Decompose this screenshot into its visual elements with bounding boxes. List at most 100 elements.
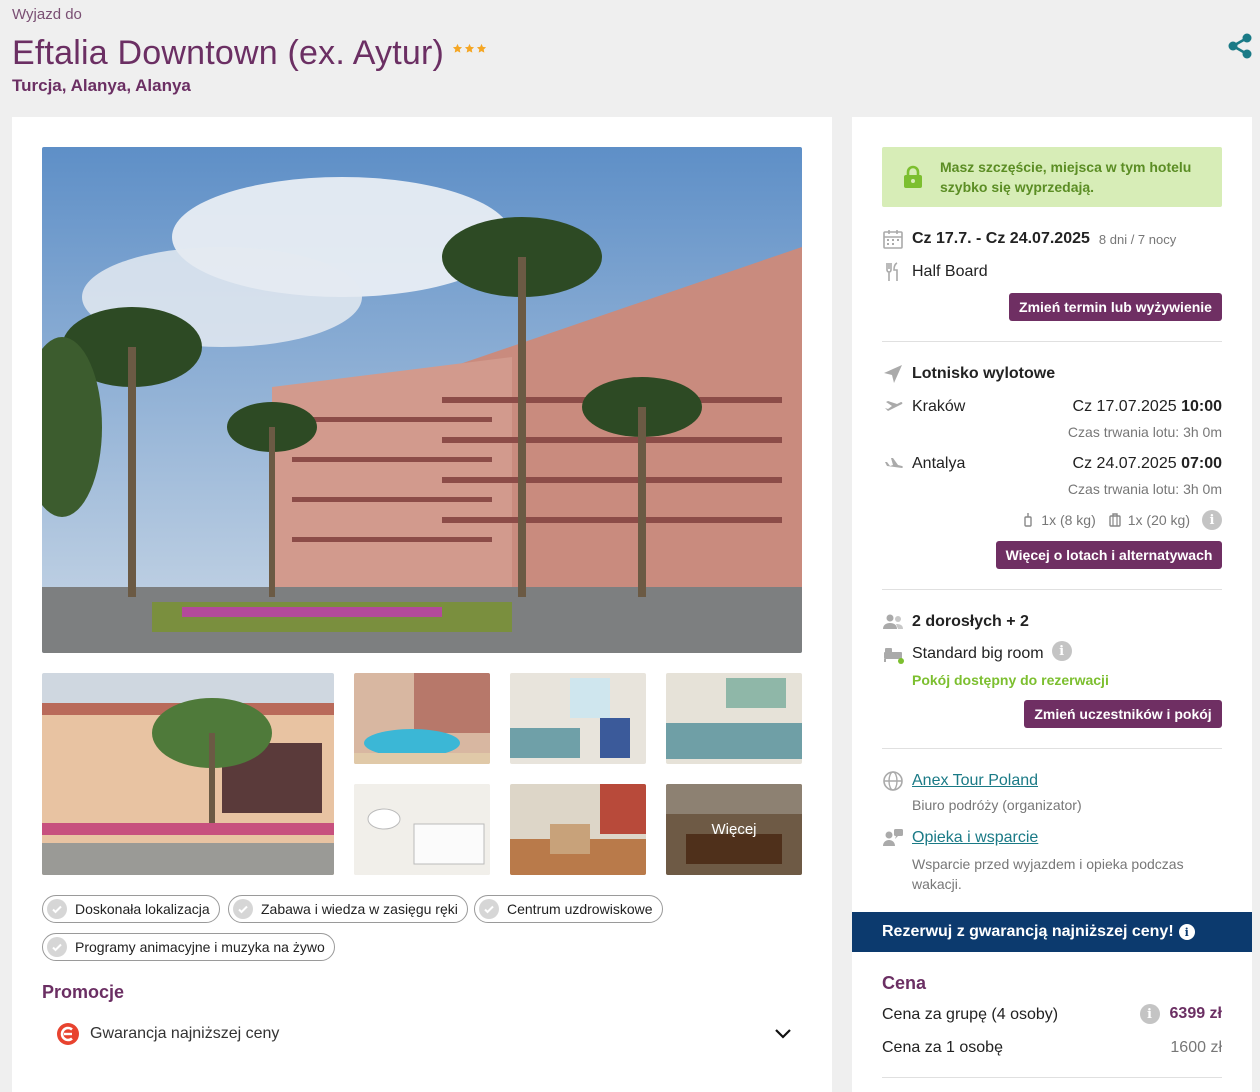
organizer-description: Biuro podróży (organizator)	[912, 797, 1082, 813]
info-icon[interactable]: i	[1139, 1004, 1160, 1024]
promotions-title: Promocje	[42, 982, 125, 1002]
more-flights-button[interactable]: Więcej o lotach i alternatywach	[996, 541, 1222, 569]
star-icon	[452, 43, 463, 53]
bed-icon	[882, 643, 904, 665]
check-icon	[47, 899, 67, 919]
divider	[882, 589, 1222, 590]
board-type: Half Board	[912, 263, 988, 280]
hand-luggage: 1x (8 kg)	[1041, 512, 1096, 528]
plane-takeoff-icon	[882, 396, 904, 418]
group-price: i 6399 zł	[1139, 1004, 1222, 1024]
lowest-price-guarantee-icon	[57, 1023, 79, 1045]
star-icon	[476, 43, 487, 53]
feature-label: Zabawa i wiedza w zasięgu ręki	[261, 901, 458, 917]
feature-label: Programy animacyjne i muzyka na żywo	[75, 939, 325, 955]
departure-airport-label: Lotnisko wylotowe	[912, 365, 1056, 382]
check-icon	[479, 899, 499, 919]
lock-icon	[904, 165, 922, 188]
info-icon[interactable]: i	[1178, 924, 1195, 940]
feature-chip: Zabawa i wiedza w zasięgu ręki	[228, 895, 468, 923]
inbound-time: 07:00	[1181, 455, 1222, 472]
gallery-more-thumb[interactable]: Więcej	[666, 784, 802, 875]
room-status: Pokój dostępny do rezerwacji	[912, 672, 1109, 688]
change-date-button[interactable]: Zmień termin lub wyżywienie	[1009, 293, 1222, 321]
gallery-thumb[interactable]	[42, 673, 334, 875]
person-price-label: Cena za 1 osobę	[882, 1039, 1003, 1056]
feature-chip: Centrum uzdrowiskowe	[474, 895, 663, 923]
checked-luggage: 1x (20 kg)	[1127, 512, 1190, 528]
gallery-thumb[interactable]	[510, 673, 646, 764]
travel-dates-row: Cz 17.7. - Cz 24.07.2025 8 dni / 7 nocy	[882, 228, 1222, 250]
support-link[interactable]: Opieka i wsparcie	[912, 829, 1038, 847]
main-hotel-photo[interactable]	[42, 147, 802, 653]
gallery-more-label: Więcej	[666, 784, 802, 875]
outbound-date: Cz 17.07.2025	[1072, 398, 1177, 415]
gallery-thumb[interactable]	[666, 673, 802, 764]
chevron-down-icon[interactable]	[774, 1025, 792, 1043]
travel-dates: Cz 17.7. - Cz 24.07.2025	[912, 230, 1090, 247]
outbound-time: 10:00	[1181, 398, 1222, 415]
board-row: Half Board	[882, 261, 1222, 283]
luggage-info: 1x (8 kg) 1x (20 kg) i	[1022, 510, 1222, 530]
hand-luggage-icon	[1024, 513, 1032, 527]
globe-icon	[882, 770, 904, 792]
inbound-city: Antalya	[912, 455, 966, 472]
outbound-duration: Czas trwania lotu: 3h 0m	[1067, 424, 1222, 440]
inbound-datetime: Cz 24.07.2025 07:00	[1073, 455, 1222, 473]
divider	[882, 748, 1222, 749]
booking-summary-card: Masz szczęście, miejsca w tym hotelu szy…	[852, 117, 1252, 1092]
check-icon	[233, 899, 253, 919]
best-price-banner: Rezerwuj z gwarancją najniższej ceny! i	[852, 912, 1252, 952]
outbound-datetime: Cz 17.07.2025 10:00	[1073, 398, 1222, 416]
participants-row: 2 dorosłych + 2	[882, 611, 1222, 633]
page-kicker: Wyjazd do	[12, 6, 82, 23]
plane-landing-icon	[882, 453, 904, 475]
group-price-label: Cena za grupę (4 osoby)	[882, 1006, 1059, 1023]
outbound-city: Kraków	[912, 398, 966, 415]
promotion-item[interactable]: Gwarancja najniższej ceny	[56, 1021, 792, 1047]
divider	[882, 341, 1222, 342]
availability-alert: Masz szczęście, miejsca w tym hotelu szy…	[882, 147, 1222, 207]
users-icon	[882, 611, 904, 633]
gallery-thumb[interactable]	[354, 673, 490, 764]
price-title: Cena	[882, 973, 927, 993]
departure-airport-row: Lotnisko wylotowe	[882, 363, 1222, 385]
check-icon	[47, 937, 67, 957]
support-description: Wsparcie przed wyjazdem i opieka podczas…	[912, 856, 1184, 892]
hotel-title: Eftalia Downtown (ex. Aytur)	[12, 24, 488, 73]
navigation-arrow-icon	[882, 363, 904, 385]
participants-count: 2 dorosłych + 2	[912, 613, 1029, 630]
inbound-duration: Czas trwania lotu: 3h 0m	[1067, 481, 1222, 497]
room-row: Standard big room i	[882, 641, 1222, 665]
info-icon[interactable]: i	[1051, 641, 1072, 661]
availability-alert-text: Masz szczęście, miejsca w tym hotelu szy…	[940, 159, 1192, 195]
change-participants-button[interactable]: Zmień uczestników i pokój	[1024, 700, 1222, 728]
group-price-value: 6399 zł	[1169, 1005, 1222, 1022]
calendar-icon	[882, 228, 904, 250]
feature-label: Centrum uzdrowiskowe	[507, 901, 653, 917]
best-price-banner-text: Rezerwuj z gwarancją najniższej ceny!	[882, 923, 1174, 940]
promotion-label: Gwarancja najniższej ceny	[90, 1025, 280, 1042]
info-icon[interactable]: i	[1202, 510, 1222, 530]
divider	[882, 1077, 1222, 1078]
organizer-link[interactable]: Anex Tour Poland	[912, 772, 1038, 790]
star-rating	[452, 24, 488, 63]
organizer-row: Anex Tour Poland	[882, 770, 1222, 792]
support-row: Opieka i wsparcie	[882, 827, 1222, 849]
fork-knife-icon	[882, 261, 904, 283]
feature-chip: Programy animacyjne i muzyka na żywo	[42, 933, 335, 961]
hotel-gallery-card: Więcej Doskonała lokalizacja Zabawa i wi…	[12, 117, 832, 1092]
hotel-location: Turcja, Alanya, Alanya	[12, 76, 191, 95]
support-icon	[882, 827, 904, 849]
gallery-thumb[interactable]	[510, 784, 646, 875]
person-price-value: 1600 zł	[1170, 1039, 1222, 1056]
trip-duration: 8 dni / 7 nocy	[1098, 231, 1177, 247]
inbound-date: Cz 24.07.2025	[1072, 455, 1177, 472]
gallery-thumb[interactable]	[354, 784, 490, 875]
feature-label: Doskonała lokalizacja	[75, 901, 210, 917]
hotel-name: Eftalia Downtown (ex. Aytur)	[12, 34, 445, 72]
checked-luggage-icon	[1109, 513, 1121, 527]
feature-chip: Doskonała lokalizacja	[42, 895, 220, 923]
share-icon[interactable]	[1226, 32, 1254, 60]
room-type: Standard big room	[912, 645, 1044, 662]
